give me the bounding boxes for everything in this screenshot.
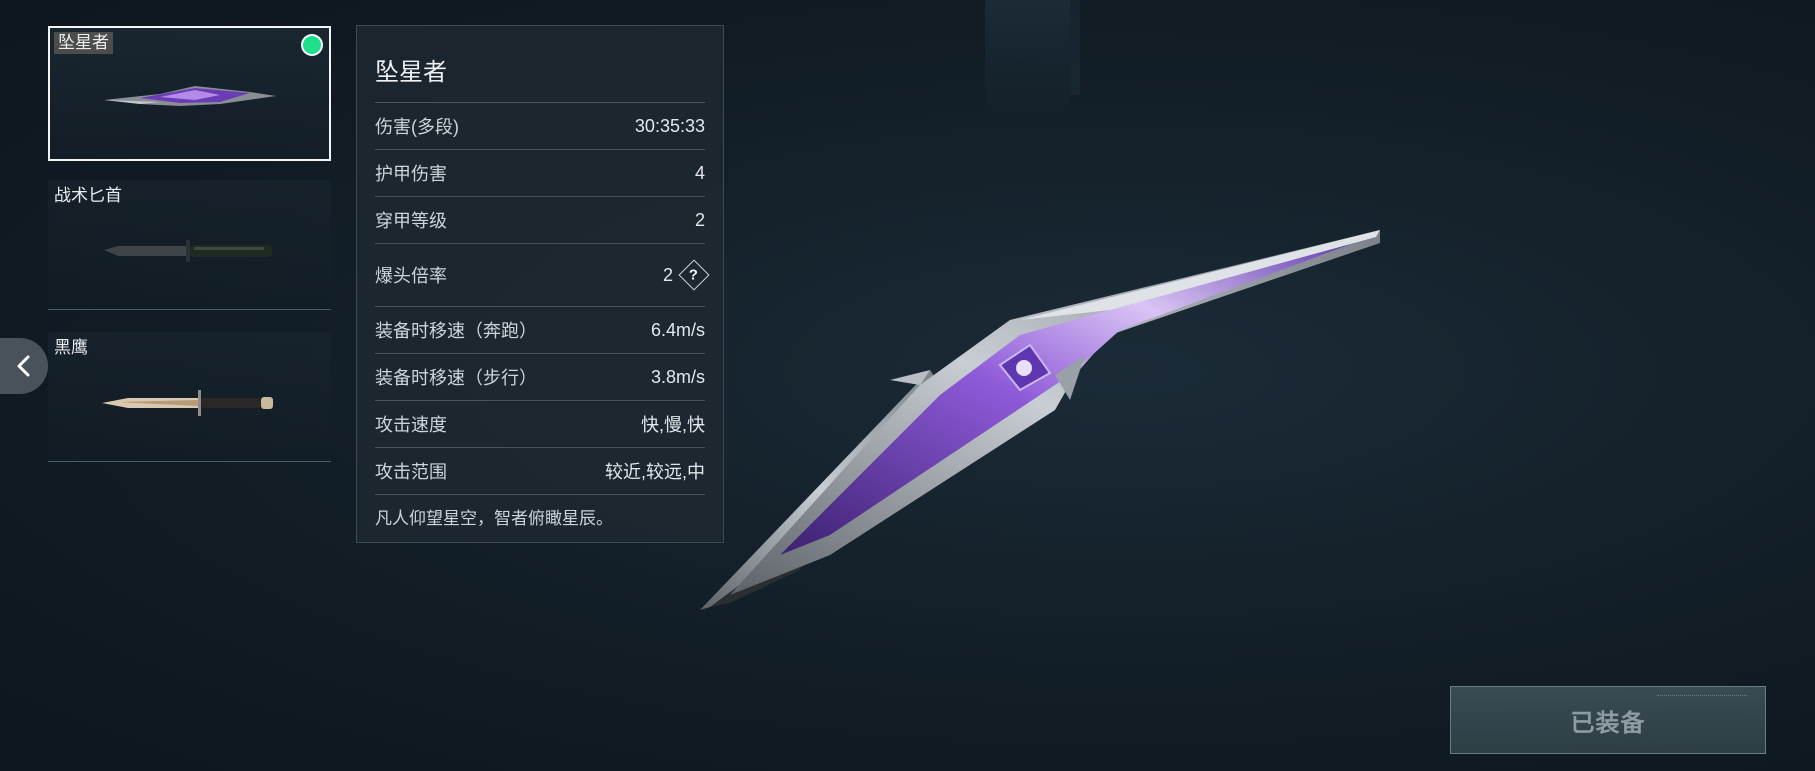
stat-value: 2 bbox=[662, 264, 673, 285]
weapon-stats-panel: 坠星者 伤害(多段) 30:35:33 护甲伤害 4 穿甲等级 2 爆头倍率 2… bbox=[356, 25, 724, 543]
black-hawk-thumbnail bbox=[102, 390, 273, 416]
stat-row-penetration: 穿甲等级 2 bbox=[375, 197, 705, 244]
stat-row-attack-speed: 攻击速度 快,慢,快 bbox=[375, 401, 705, 448]
weapon-title: 坠星者 bbox=[375, 59, 447, 86]
stat-row-damage: 伤害(多段) 30:35:33 bbox=[375, 103, 705, 150]
weapon-card-name: 坠星者 bbox=[54, 32, 113, 54]
starfaller-thumbnail bbox=[104, 86, 276, 106]
stat-row-walk-speed: 装备时移速（步行） 3.8m/s bbox=[375, 354, 705, 401]
weapon-description: 凡人仰望星空，智者俯瞰星辰。 bbox=[375, 509, 613, 528]
stat-row-armor-damage: 护甲伤害 4 bbox=[375, 150, 705, 197]
stat-label: 爆头倍率 bbox=[375, 266, 447, 286]
stat-value: 30:35:33 bbox=[634, 115, 705, 136]
weapon-card-name: 黑鹰 bbox=[54, 338, 88, 357]
equipped-dot-icon bbox=[303, 36, 321, 54]
button-decoration bbox=[1657, 695, 1747, 704]
back-button[interactable] bbox=[0, 338, 48, 394]
stat-row-headshot: 爆头倍率 2 ? bbox=[375, 244, 710, 307]
stat-row-run-speed: 装备时移速（奔跑） 6.4m/s bbox=[375, 307, 705, 354]
weapon-card-tactical-dagger[interactable]: 战术匕首 bbox=[48, 180, 331, 310]
background-pillar bbox=[985, 0, 1070, 120]
stat-value: 4 bbox=[694, 162, 705, 183]
stat-label: 攻击范围 bbox=[375, 462, 447, 482]
stat-label: 攻击速度 bbox=[375, 415, 447, 435]
weapon-card-name: 战术匕首 bbox=[54, 186, 122, 205]
background-pillar-edge bbox=[1070, 0, 1080, 95]
stat-label: 装备时移速（步行） bbox=[375, 368, 537, 388]
tactical-dagger-thumbnail bbox=[104, 240, 272, 262]
stat-label: 伤害(多段) bbox=[375, 117, 459, 137]
stat-label: 装备时移速（奔跑） bbox=[375, 321, 537, 341]
stat-label: 护甲伤害 bbox=[375, 164, 447, 184]
weapon-3d-model[interactable] bbox=[690, 225, 1390, 625]
stat-label: 穿甲等级 bbox=[375, 211, 447, 231]
equipped-button-label: 已装备 bbox=[1570, 709, 1646, 737]
equipped-button[interactable]: 已装备 bbox=[1450, 686, 1766, 754]
stat-row-attack-range: 攻击范围 较近,较远,中 bbox=[375, 448, 705, 495]
chevron-left-icon bbox=[17, 355, 30, 377]
weapon-card-black-hawk[interactable]: 黑鹰 bbox=[48, 332, 331, 462]
weapon-card-starfaller[interactable]: 坠星者 bbox=[48, 26, 331, 161]
